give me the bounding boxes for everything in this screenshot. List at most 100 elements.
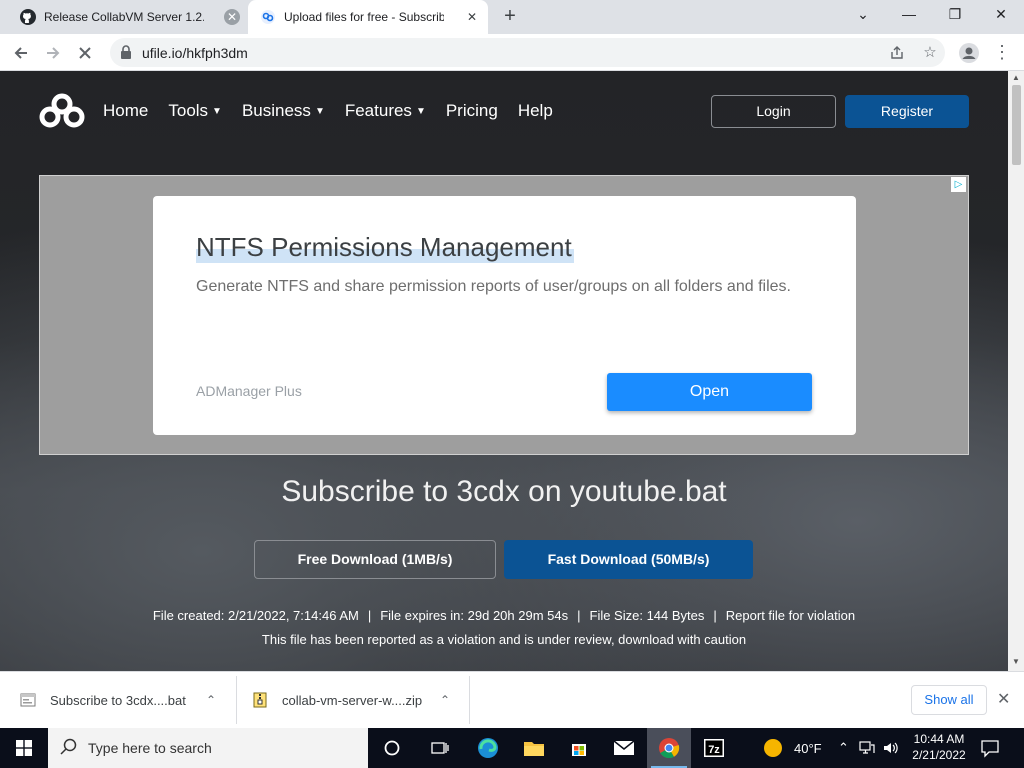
page-viewport: Home Tools ▼ Business ▼ Features ▼ Pricing … — [0, 71, 1008, 671]
taskbar-search-box[interactable]: Type here to search — [48, 728, 368, 768]
downloads-shelf: Subscribe to 3cdx....bat ⌃ collab-vm-ser… — [0, 671, 1024, 728]
minimize-button[interactable]: — — [886, 0, 932, 30]
bookmark-star-icon[interactable]: ☆ — [920, 43, 940, 63]
system-clock[interactable]: 10:44 AM 2/21/2022 — [906, 731, 972, 763]
ad-card[interactable]: NTFS Permissions Management Generate NTF… — [153, 196, 856, 435]
chevron-down-icon: ▼ — [212, 106, 222, 117]
tab-search-icon[interactable]: ⌄ — [840, 0, 886, 30]
address-bar[interactable]: ufile.io/hkfph3dm ☆ — [110, 38, 945, 67]
show-all-downloads-button[interactable]: Show all — [911, 685, 987, 715]
chevron-up-icon[interactable]: ⌃ — [206, 693, 216, 707]
page-scrollbar[interactable]: ▲ ▼ — [1008, 71, 1024, 671]
weather-temp: 40°F — [794, 740, 822, 756]
ad-open-button[interactable]: Open — [607, 373, 812, 411]
file-size: File Size: 144 Bytes — [589, 608, 705, 623]
advertisement-banner: ▷ NTFS Permissions Management Generate N… — [39, 175, 969, 455]
file-expires: File expires in: 29d 20h 29m 54s — [380, 608, 569, 623]
tab-ufile-upload[interactable]: Upload files for free - Subscribe t ✕ — [248, 0, 488, 34]
back-button[interactable] — [8, 40, 34, 66]
clock-date: 2/21/2022 — [912, 748, 966, 762]
tab-close-icon[interactable]: ✕ — [224, 9, 240, 25]
ad-title[interactable]: NTFS Permissions Management — [196, 232, 574, 263]
svg-text:7z: 7z — [708, 744, 720, 756]
nav-business[interactable]: Business ▼ — [242, 101, 325, 121]
login-button[interactable]: Login — [711, 95, 836, 128]
share-icon[interactable] — [887, 43, 907, 63]
chevron-down-icon: ▼ — [415, 106, 426, 117]
adchoices-icon[interactable]: ▷ — [951, 177, 966, 192]
close-shelf-icon[interactable]: ✕ — [997, 689, 1010, 709]
github-icon — [20, 9, 36, 25]
arrow-left-icon — [14, 47, 27, 59]
lock-icon — [120, 45, 132, 64]
separator: | — [713, 608, 717, 623]
close-icon — [79, 47, 91, 59]
ufile-logo[interactable] — [38, 93, 86, 129]
divider — [236, 676, 237, 724]
browser-tab-strip: Release CollabVM Server 1.2.11 · ✕ Uploa… — [0, 0, 1024, 34]
notification-center-icon[interactable] — [980, 738, 1000, 758]
new-tab-button[interactable]: + — [498, 5, 522, 29]
close-window-button[interactable]: ✕ — [978, 0, 1024, 30]
nav-home[interactable]: Home — [103, 101, 148, 121]
forward-button[interactable] — [40, 40, 66, 66]
system-tray: ⌃ — [838, 728, 899, 768]
nav-tools[interactable]: Tools ▼ — [168, 101, 222, 121]
edge-browser-icon[interactable] — [466, 728, 510, 768]
tab-close-icon[interactable]: ✕ — [464, 9, 480, 25]
report-file-link[interactable]: Report file for violation — [726, 608, 855, 623]
chevron-up-icon[interactable]: ⌃ — [838, 740, 849, 756]
7zip-icon[interactable]: 7z — [692, 728, 736, 768]
arrow-right-icon — [47, 47, 60, 59]
file-name-heading: Subscribe to 3cdx on youtube.bat — [281, 475, 727, 508]
scroll-up-icon[interactable]: ▲ — [1012, 73, 1020, 82]
file-created: File created: 2/21/2022, 7:14:46 AM — [152, 608, 359, 623]
download-file-name: collab-vm-server-w....zip — [282, 692, 423, 708]
file-info-line: File created: 2/21/2022, 7:14:46 AM | File… — [0, 608, 1008, 623]
ad-brand: ADManager Plus — [196, 383, 302, 399]
scrollbar-thumb[interactable] — [1012, 85, 1021, 165]
ad-description: Generate NTFS and share permission repor… — [196, 278, 791, 295]
chevron-up-icon[interactable]: ⌃ — [440, 693, 450, 707]
chevron-down-icon: ▼ — [314, 106, 325, 117]
separator: | — [577, 608, 581, 623]
main-nav: Home Tools ▼ Business ▼ Features ▼ Pricing … — [103, 101, 573, 121]
zip-file-icon — [253, 692, 267, 708]
nav-label: Features — [344, 101, 412, 120]
windows-icon — [16, 740, 32, 756]
register-button[interactable]: Register — [845, 95, 969, 128]
file-explorer-icon[interactable] — [512, 728, 556, 768]
browser-toolbar: ufile.io/hkfph3dm ☆ ⋮ — [0, 34, 1024, 71]
fast-download-button[interactable]: Fast Download (50MB/s) — [504, 540, 753, 579]
nav-label: Pricing — [445, 101, 498, 120]
search-icon — [60, 738, 77, 755]
tab-title: Release CollabVM Server 1.2.11 · — [44, 10, 204, 24]
start-button[interactable] — [0, 728, 48, 768]
restore-button[interactable]: ❐ — [932, 0, 978, 30]
nav-label: Tools — [168, 101, 209, 120]
tab-collabvm-release[interactable]: Release CollabVM Server 1.2.11 · ✕ — [8, 0, 248, 34]
nav-pricing[interactable]: Pricing — [446, 101, 498, 121]
browser-menu-icon[interactable]: ⋮ — [989, 40, 1015, 66]
stop-loading-button[interactable] — [72, 40, 98, 66]
bat-file-icon — [20, 693, 36, 707]
mail-icon[interactable] — [602, 728, 646, 768]
download-item-bat[interactable]: Subscribe to 3cdx....bat ⌃ — [20, 678, 230, 722]
chrome-browser-icon[interactable] — [647, 728, 691, 768]
divider — [469, 676, 470, 724]
nav-help[interactable]: Help — [518, 101, 553, 121]
nav-features[interactable]: Features ▼ — [345, 101, 426, 121]
profile-avatar[interactable] — [956, 40, 982, 66]
download-item-zip[interactable]: collab-vm-server-w....zip ⌃ — [252, 678, 462, 722]
scroll-down-icon[interactable]: ▼ — [1012, 657, 1020, 666]
cortana-icon[interactable] — [370, 728, 414, 768]
nav-label: Help — [517, 101, 553, 120]
weather-widget[interactable]: 40°F — [764, 728, 822, 768]
tab-title: Upload files for free - Subscribe t — [284, 10, 444, 24]
microsoft-store-icon[interactable] — [557, 728, 601, 768]
network-icon[interactable] — [859, 741, 875, 755]
nav-label: Home — [103, 101, 149, 120]
task-view-icon[interactable] — [418, 728, 462, 768]
free-download-button[interactable]: Free Download (1MB/s) — [254, 540, 496, 579]
volume-icon[interactable] — [883, 741, 899, 755]
